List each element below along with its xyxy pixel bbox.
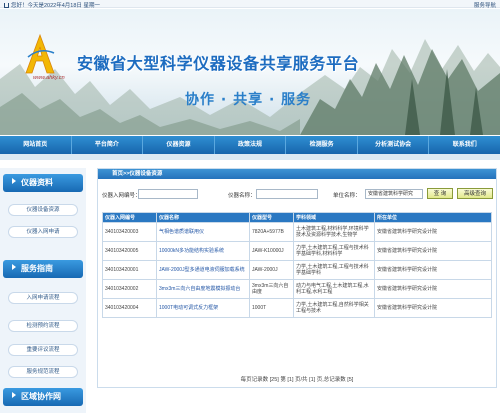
site-title: 安徽省大型科学仪器设备共享服务平台 xyxy=(77,54,360,73)
table-row[interactable]: 340103420002 3mx3m三向六自由度地震模拟振动台 3mx3m三向六… xyxy=(102,279,492,299)
instrument-link[interactable]: 10000kN多功能结构实验系统 xyxy=(156,241,250,261)
name-label: 仪器名称： xyxy=(228,193,256,199)
sidebar-item-booking-process[interactable]: 检测预约流程 xyxy=(8,320,78,332)
col-model: 仪器型号 xyxy=(249,212,294,223)
sidebar-item-instrument-resources[interactable]: 仪器设备资源 xyxy=(8,204,78,216)
instrument-table: 仪器入网编号 仪器名称 仪器型号 学科领域 所在单位 340103420003 … xyxy=(102,212,492,318)
sidebar-item-review-process[interactable]: 重要评议流程 xyxy=(8,344,78,356)
table-row[interactable]: 340103420003 气相色谱质谱联用仪 7820A+5977B 土木建筑工… xyxy=(102,222,492,242)
sidebar-item-join-application[interactable]: 仪器入网申请 xyxy=(8,226,78,238)
unit-input[interactable]: 安徽省建筑科学研究 xyxy=(365,189,423,199)
table-header-row: 仪器入网编号 仪器名称 仪器型号 学科领域 所在单位 xyxy=(102,212,492,223)
unit-label: 单位名称： xyxy=(333,193,361,199)
slogan: 协作 · 共享 · 服务 xyxy=(185,92,312,108)
logo xyxy=(24,33,56,75)
main-panel: 首页>>仪器设备资源 仪器入网编号： 仪器名称： 单位名称： 安徽省建筑科学研究… xyxy=(97,168,497,388)
col-name: 仪器名称 xyxy=(156,212,250,223)
instrument-link[interactable]: 气相色谱质谱联用仪 xyxy=(156,222,250,242)
table-row[interactable]: 340103420005 10000kN多功能结构实验系统 JAW-K10000… xyxy=(102,241,492,261)
main-nav: 网站首页 平台简介 仪器资源 政策法规 检测服务 分析测试协会 联系我们 xyxy=(0,136,500,154)
code-label: 仪器入网编号： xyxy=(102,193,141,199)
nav-policy[interactable]: 政策法规 xyxy=(215,136,287,154)
nav-association[interactable]: 分析测试协会 xyxy=(358,136,430,154)
home-icon xyxy=(4,3,9,8)
pagination-info: 每页记录数 [25] 第 [1] 页/共 [1] 页,总记录数 [5] xyxy=(240,377,354,383)
breadcrumb: 首页>>仪器设备资源 xyxy=(98,169,496,179)
advanced-query-button[interactable]: 高级查询 xyxy=(457,188,493,199)
col-code: 仪器入网编号 xyxy=(102,212,157,223)
sidebar-item-service-process[interactable]: 服务规范流程 xyxy=(8,366,78,378)
nav-home[interactable]: 网站首页 xyxy=(0,136,72,154)
code-input[interactable] xyxy=(138,189,198,199)
col-field: 学科领域 xyxy=(293,212,375,223)
instrument-link[interactable]: 3mx3m三向六自由度地震模拟振动台 xyxy=(156,279,250,299)
arrow-right-icon xyxy=(12,178,16,184)
nav-instruments[interactable]: 仪器资源 xyxy=(143,136,215,154)
query-button[interactable]: 查 询 xyxy=(427,188,453,199)
nav-contact[interactable]: 联系我们 xyxy=(429,136,500,154)
instrument-link[interactable]: JAW-2000J型多通道电液伺服加载系统 xyxy=(156,260,250,280)
table-row[interactable]: 340103420001 JAW-2000J型多通道电液伺服加载系统 JAW-2… xyxy=(102,260,492,280)
logo-url: www.ahky.cn xyxy=(33,75,65,81)
arrow-right-icon xyxy=(12,264,16,270)
sidebar: 仪器资料 仪器设备资源 仪器入网申请 服务指南 入网申请流程 检测预约流程 重要… xyxy=(0,168,86,413)
sidebar-item-join-process[interactable]: 入网申请流程 xyxy=(8,292,78,304)
sidebar-section-instruments[interactable]: 仪器资料 xyxy=(3,174,83,192)
search-bar: 仪器入网编号： 仪器名称： 单位名称： 安徽省建筑科学研究 查 询 高级查询 xyxy=(98,187,496,201)
arrow-right-icon xyxy=(12,392,16,398)
sub-nav-strip xyxy=(0,154,500,160)
nav-testing[interactable]: 检测服务 xyxy=(286,136,358,154)
site-nav-link[interactable]: 服务导航 xyxy=(474,1,496,9)
header-banner: www.ahky.cn 安徽省大型科学仪器设备共享服务平台 协作 · 共享 · … xyxy=(0,9,500,135)
sidebar-section-regional[interactable]: 区域协作网 xyxy=(3,388,83,406)
col-unit: 所在单位 xyxy=(374,212,492,223)
nav-about[interactable]: 平台简介 xyxy=(72,136,144,154)
top-bar: 您好！今天是2022年4月18日 星期一 服务导航 xyxy=(0,0,500,9)
sidebar-section-guide[interactable]: 服务指南 xyxy=(3,260,83,278)
instrument-link[interactable]: 1000T电动可调式反力框架 xyxy=(156,298,250,318)
name-input[interactable] xyxy=(256,189,318,199)
table-row[interactable]: 340103420004 1000T电动可调式反力框架 1000T 力学,土木建… xyxy=(102,298,492,318)
